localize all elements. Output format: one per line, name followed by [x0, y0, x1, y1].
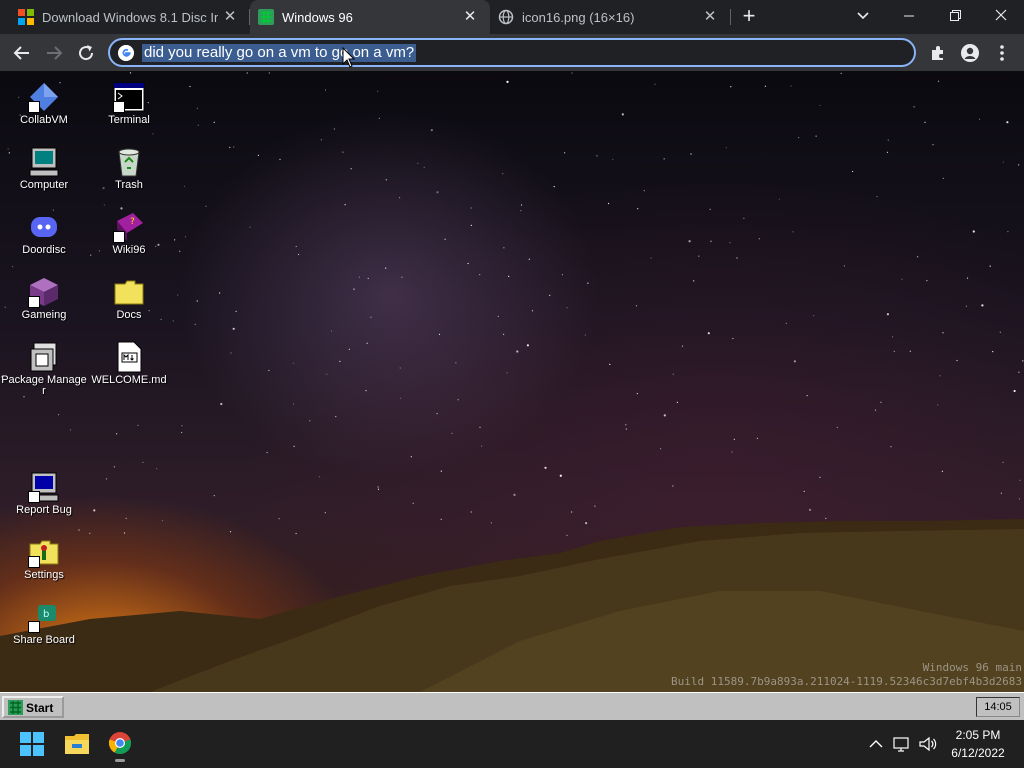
tab-title: Windows 96	[282, 10, 353, 25]
discord-icon	[31, 217, 57, 237]
close-window-button[interactable]	[978, 0, 1024, 32]
browser-tab-strip: Download Windows 8.1 Disc Image ✕ Window…	[0, 0, 1024, 34]
desktop-icon-share-board[interactable]: b Share Board	[1, 601, 87, 663]
tab-search-chevron-icon[interactable]	[854, 8, 872, 24]
tab-windows-96[interactable]: Windows 96 ✕	[250, 0, 490, 34]
desktop-icon-package-manager[interactable]: Package Manager	[1, 341, 87, 403]
tab-title: Download Windows 8.1 Disc Image	[42, 10, 218, 25]
shortcut-arrow-icon	[28, 556, 40, 568]
folder-icon	[114, 280, 144, 305]
restore-button[interactable]	[932, 0, 978, 32]
volume-icon[interactable]	[918, 734, 938, 754]
icon-label: Report Bug	[16, 504, 72, 516]
markdown-file-icon	[117, 341, 142, 373]
win96-desktop[interactable]: CollabVM Terminal Computer Trash Doordis…	[0, 71, 1024, 692]
computer-icon	[29, 147, 59, 177]
chrome-icon	[108, 732, 132, 755]
shortcut-arrow-icon	[113, 231, 125, 243]
icon-label: Settings	[24, 569, 64, 581]
shortcut-arrow-icon	[28, 621, 40, 633]
running-indicator	[115, 759, 125, 762]
icon-label: Wiki96	[112, 244, 146, 256]
globe-icon	[498, 9, 514, 25]
icon-label: Gameing	[21, 309, 67, 321]
svg-text:?: ?	[130, 217, 135, 227]
recycle-bin-icon	[118, 148, 140, 177]
icon-label: CollabVM	[20, 114, 68, 126]
svg-text:b: b	[43, 609, 49, 620]
desktop-icon-doordisc[interactable]: Doordisc	[1, 211, 87, 273]
extensions-puzzle-icon[interactable]	[928, 43, 948, 63]
shortcut-arrow-icon	[28, 101, 40, 113]
google-icon	[118, 45, 134, 61]
shortcut-arrow-icon	[113, 101, 125, 113]
forward-arrow-icon[interactable]	[42, 41, 66, 65]
desktop-icon-docs[interactable]: Docs	[86, 276, 172, 338]
system-clock-date[interactable]: 6/12/2022	[948, 746, 1008, 760]
tab-separator	[730, 9, 731, 25]
address-bar-text[interactable]: did you really go on a vm to go on a vm?	[142, 44, 417, 62]
icon-label: Docs	[116, 309, 142, 321]
minimize-button[interactable]	[886, 0, 932, 32]
back-arrow-icon[interactable]	[10, 41, 34, 65]
win96-taskbar: Start 14:05	[0, 692, 1024, 720]
browser-toolbar: did you really go on a vm to go on a vm?	[0, 34, 1024, 71]
desktop-icon-trash[interactable]: Trash	[86, 146, 172, 208]
tab-icon16-png[interactable]: icon16.png (16×16) ✕	[490, 0, 730, 34]
icon-label: Terminal	[108, 114, 150, 126]
chevron-up-icon[interactable]	[866, 734, 886, 754]
shortcut-arrow-icon	[28, 296, 40, 308]
network-icon[interactable]	[892, 734, 912, 754]
windows-taskbar: 2:05 PM 6/12/2022	[0, 720, 1024, 768]
shortcut-arrow-icon	[28, 491, 40, 503]
build-watermark-line2: Build 11589.7b9a893a.211024-1119.52346c3…	[671, 675, 1022, 688]
desktop-icon-collabvm[interactable]: CollabVM	[1, 81, 87, 143]
build-watermark-line1: Windows 96 main	[922, 661, 1022, 674]
desktop-icon-settings[interactable]: Settings	[1, 536, 87, 598]
desktop-icon-computer[interactable]: Computer	[1, 146, 87, 208]
tab-close-icon[interactable]: ✕	[222, 9, 238, 25]
icon-label: Package Manager	[1, 374, 87, 397]
win96-start-button[interactable]: Start	[2, 696, 64, 718]
desktop-icon-gameing[interactable]: Gameing	[1, 276, 87, 338]
icon-label: WELCOME.md	[91, 374, 167, 386]
address-bar[interactable]: did you really go on a vm to go on a vm?	[108, 38, 916, 67]
icon-label: Trash	[115, 179, 143, 191]
desktop-icon-wiki96[interactable]: ? Wiki96	[86, 211, 172, 273]
tab-close-icon[interactable]: ✕	[462, 9, 478, 25]
icon-label: Share Board	[13, 634, 75, 646]
reload-icon[interactable]	[74, 41, 98, 65]
mouse-cursor-icon	[342, 47, 356, 68]
windows-logo-icon	[18, 9, 34, 25]
windows96-logo-icon	[258, 9, 274, 25]
restore-icon	[949, 10, 961, 21]
win96-start-logo-icon	[8, 700, 23, 715]
desktop-icon-welcome-md[interactable]: WELCOME.md	[86, 341, 172, 403]
tab-title: icon16.png (16×16)	[522, 10, 635, 25]
kebab-menu-icon[interactable]	[994, 43, 1010, 63]
new-tab-button[interactable]: +	[738, 5, 760, 27]
desktop-icon-terminal[interactable]: Terminal	[86, 81, 172, 143]
profile-avatar-icon[interactable]	[960, 43, 980, 63]
win96-clock: 14:05	[976, 697, 1020, 717]
windows-start-icon[interactable]	[14, 726, 50, 762]
system-clock-time[interactable]: 2:05 PM	[948, 728, 1008, 742]
minimize-icon	[904, 15, 914, 17]
icon-label: Computer	[19, 179, 69, 191]
tab-close-icon[interactable]: ✕	[702, 9, 718, 25]
tab-download-windows[interactable]: Download Windows 8.1 Disc Image ✕	[10, 0, 250, 34]
chrome-taskbar-button[interactable]	[102, 726, 138, 762]
desktop-icon-report-bug[interactable]: Report Bug	[1, 471, 87, 533]
start-label: Start	[26, 701, 54, 715]
package-manager-icon	[30, 342, 57, 372]
file-explorer-icon[interactable]	[59, 726, 95, 762]
icon-label: Doordisc	[22, 244, 66, 256]
close-icon	[995, 9, 1007, 21]
